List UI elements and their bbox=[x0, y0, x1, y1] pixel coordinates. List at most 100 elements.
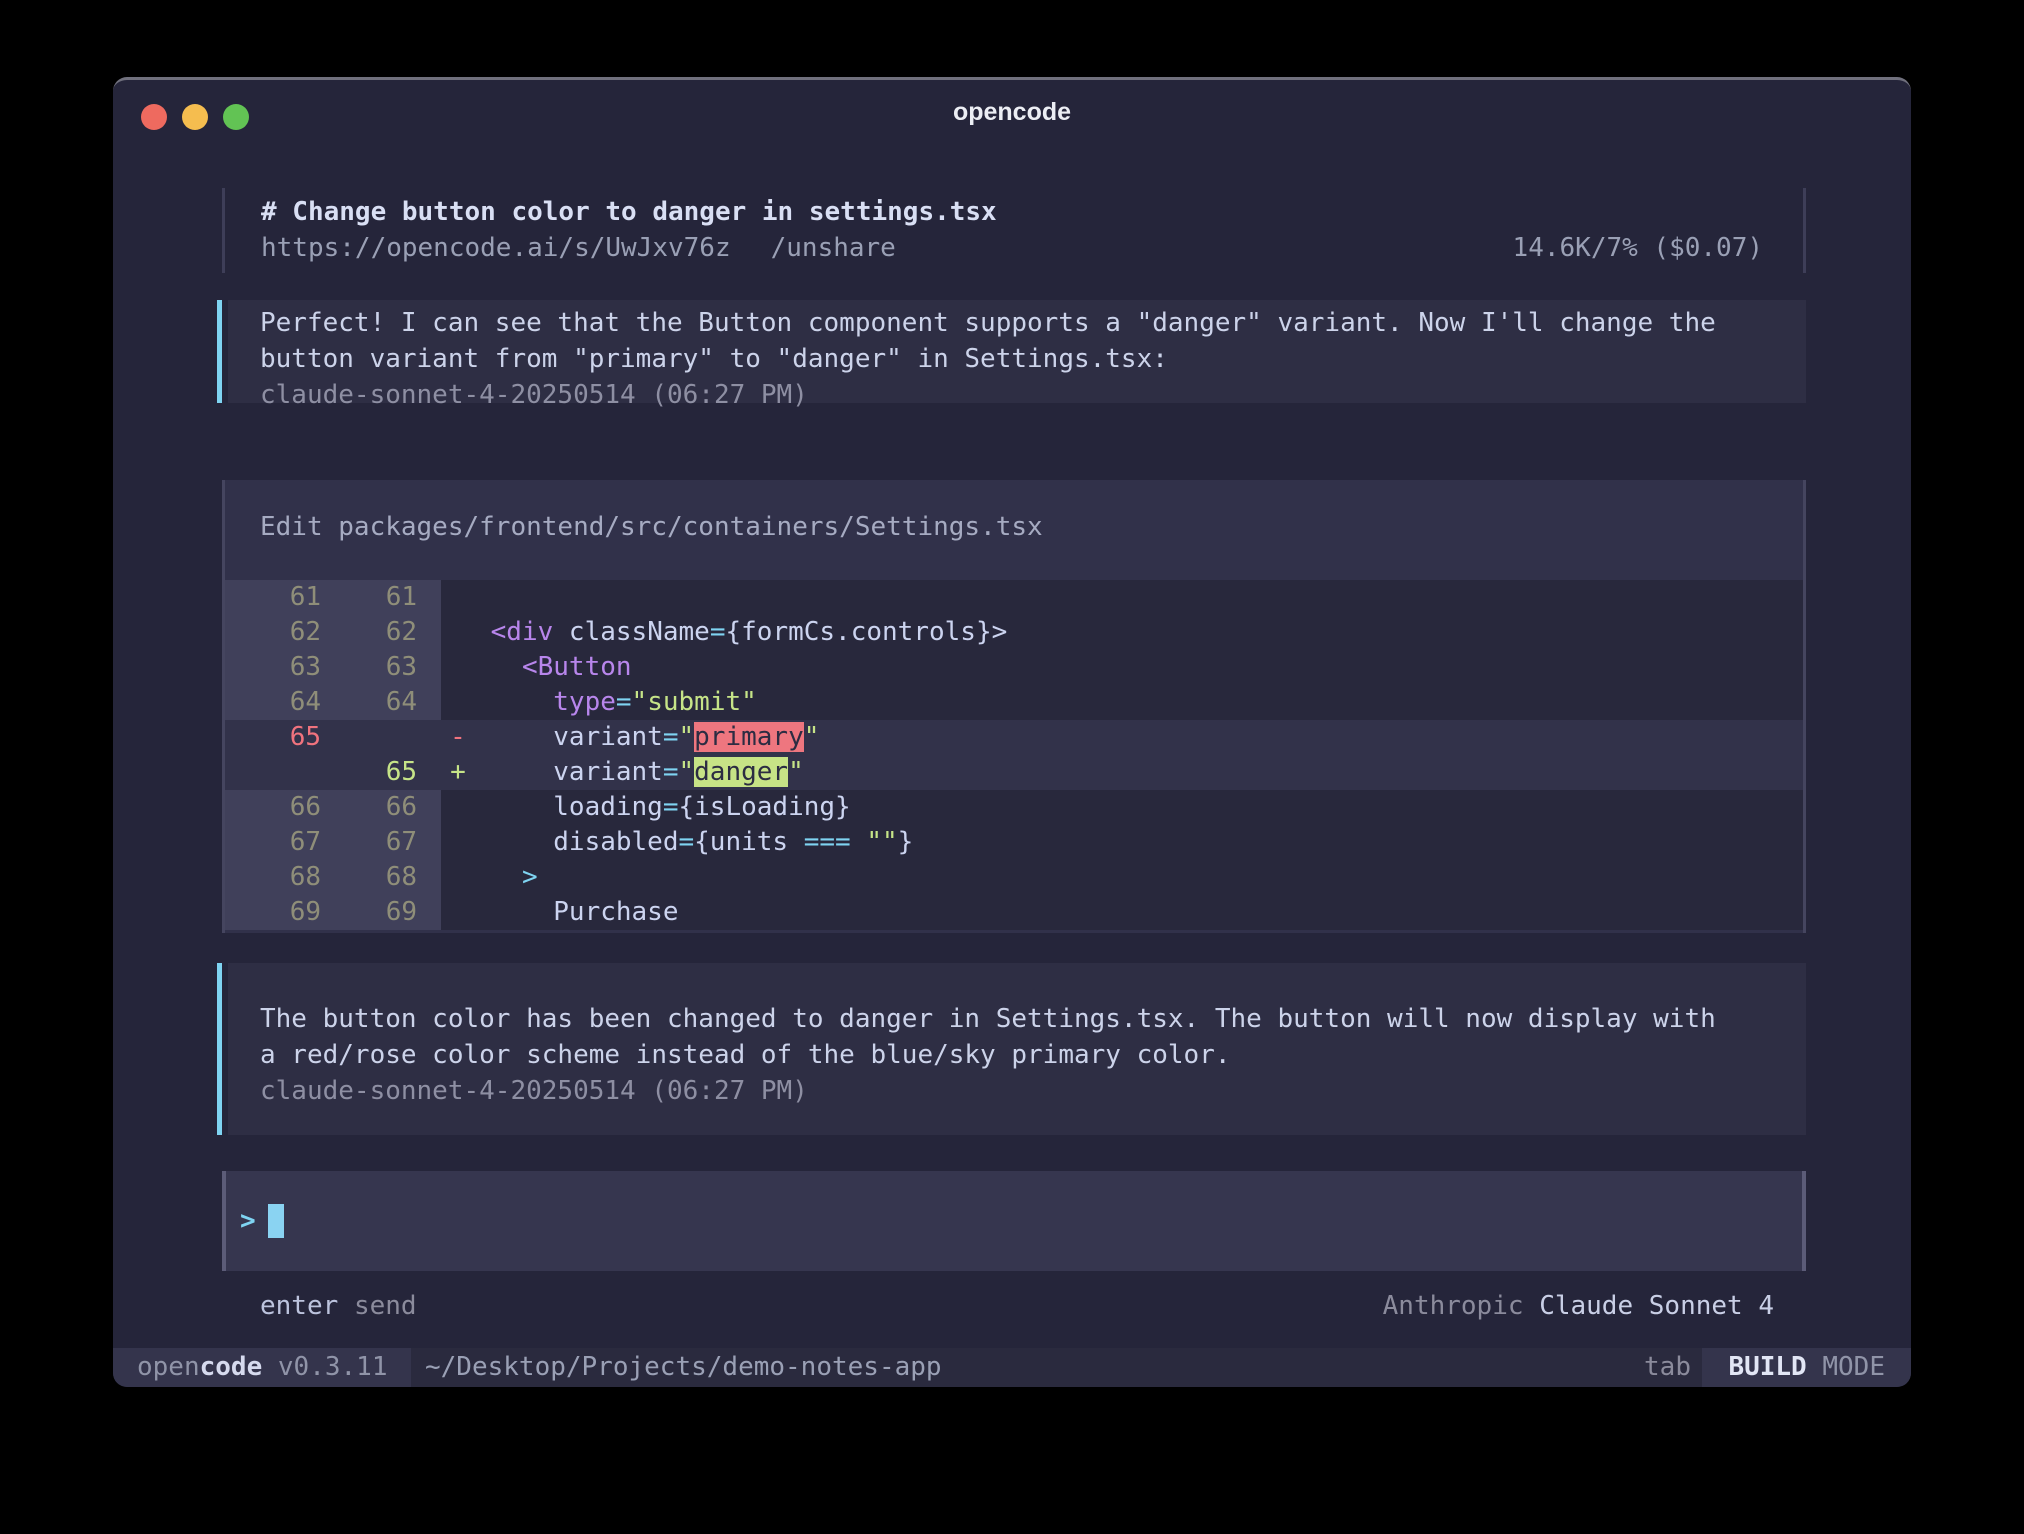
model-name: Claude Sonnet 4 bbox=[1539, 1291, 1774, 1321]
code-line: <div className={formCs.controls}> bbox=[475, 615, 1007, 650]
window-title: opencode bbox=[113, 80, 1911, 144]
new-line-number: 67 bbox=[321, 825, 417, 860]
code-token: primary bbox=[694, 722, 804, 752]
old-line-number: 69 bbox=[225, 895, 321, 930]
diff-gutter: 6161 bbox=[225, 580, 441, 615]
message-text-line: a red/rose color scheme instead of the b… bbox=[260, 1037, 1806, 1073]
enter-action-hint: send bbox=[354, 1291, 417, 1321]
code-token: loading bbox=[475, 792, 663, 822]
model-indicator: Anthropic Claude Sonnet 4 bbox=[1383, 1288, 1774, 1324]
old-line-number: 67 bbox=[225, 825, 321, 860]
diff-sign bbox=[441, 685, 475, 720]
old-line-number: 61 bbox=[225, 580, 321, 615]
minimize-button[interactable] bbox=[182, 104, 208, 130]
old-line-number: 65 bbox=[225, 720, 321, 755]
zoom-button[interactable] bbox=[223, 104, 249, 130]
edit-tool-title: Edit packages/frontend/src/containers/Se… bbox=[260, 512, 1043, 542]
code-line: Purchase bbox=[475, 895, 679, 930]
code-token: " bbox=[679, 722, 695, 752]
message-text-line: The button color has been changed to dan… bbox=[260, 1001, 1806, 1037]
diff-row: 6666 loading={isLoading} bbox=[225, 790, 1803, 825]
unshare-command[interactable]: /unshare bbox=[771, 230, 896, 266]
new-line-number: 65 bbox=[321, 755, 417, 790]
new-line-number: 68 bbox=[321, 860, 417, 895]
message-text-line: button variant from "primary" to "danger… bbox=[260, 341, 1806, 377]
diff-row: 6363 <Button bbox=[225, 650, 1803, 685]
diff-sign: + bbox=[441, 755, 475, 790]
diff-sign: - bbox=[441, 720, 475, 755]
message-meta: claude-sonnet-4-20250514 (06:27 PM) bbox=[260, 377, 1806, 413]
diff-sign bbox=[441, 860, 475, 895]
old-line-number: 66 bbox=[225, 790, 321, 825]
code-token: variant bbox=[475, 722, 663, 752]
diff-sign bbox=[441, 650, 475, 685]
diff-row: 6868 > bbox=[225, 860, 1803, 895]
code-token: = bbox=[663, 722, 679, 752]
assistant-message: The button color has been changed to dan… bbox=[228, 963, 1806, 1135]
code-token: = bbox=[663, 792, 679, 822]
code-token: "" bbox=[851, 827, 898, 857]
diff-view: 61616262 <div className={formCs.controls… bbox=[225, 580, 1803, 930]
prompt-chevron: > bbox=[240, 1206, 256, 1236]
code-token: " bbox=[679, 757, 695, 787]
message-body: Perfect! I can see that the Button compo… bbox=[260, 305, 1806, 377]
code-token: variant bbox=[475, 757, 663, 787]
diff-gutter: 6464 bbox=[225, 685, 441, 720]
old-line-number: 63 bbox=[225, 650, 321, 685]
message-meta: claude-sonnet-4-20250514 (06:27 PM) bbox=[260, 1073, 1806, 1109]
token-usage: 14.6K/7% ($0.07) bbox=[1513, 230, 1763, 266]
prompt-input[interactable]: > bbox=[222, 1171, 1806, 1271]
build-mode-chip[interactable]: BUILD MODE bbox=[1702, 1348, 1911, 1387]
code-token: type bbox=[475, 687, 616, 717]
code-line: variant="primary" bbox=[475, 720, 819, 755]
diff-sign bbox=[441, 790, 475, 825]
session-title: # Change button color to danger in setti… bbox=[261, 194, 1763, 230]
code-token: {formCs.controls}> bbox=[725, 617, 1007, 647]
code-token: {isLoading} bbox=[679, 792, 851, 822]
diff-row: 65 - variant="primary" bbox=[225, 720, 1803, 755]
diff-sign bbox=[441, 825, 475, 860]
session-header: # Change button color to danger in setti… bbox=[222, 188, 1806, 273]
diff-sign bbox=[441, 580, 475, 615]
diff-gutter: 6767 bbox=[225, 825, 441, 860]
code-line: variant="danger" bbox=[475, 755, 804, 790]
close-button[interactable] bbox=[141, 104, 167, 130]
share-url[interactable]: https://opencode.ai/s/UwJxv76z bbox=[261, 230, 731, 266]
code-token: <Button bbox=[475, 652, 632, 682]
diff-gutter: 65 bbox=[225, 755, 441, 790]
code-token: = bbox=[616, 687, 632, 717]
new-line-number: 61 bbox=[321, 580, 417, 615]
code-line: <Button bbox=[475, 650, 632, 685]
code-line: disabled={units === ""} bbox=[475, 825, 913, 860]
diff-row: 6969 Purchase bbox=[225, 895, 1803, 930]
window-titlebar[interactable]: opencode bbox=[113, 80, 1911, 144]
code-line: > bbox=[475, 860, 538, 895]
new-line-number: 64 bbox=[321, 685, 417, 720]
code-token: "submit" bbox=[632, 687, 757, 717]
code-token: disabled bbox=[475, 827, 679, 857]
diff-gutter: 65 bbox=[225, 720, 441, 755]
status-bar: opencode v0.3.11 ~/Desktop/Projects/demo… bbox=[113, 1348, 1911, 1387]
code-token: <div bbox=[475, 617, 553, 647]
diff-sign bbox=[441, 895, 475, 930]
new-line-number: 66 bbox=[321, 790, 417, 825]
old-line-number: 64 bbox=[225, 685, 321, 720]
diff-row: 6464 type="submit" bbox=[225, 685, 1803, 720]
code-token: Purchase bbox=[475, 897, 679, 927]
old-line-number: 62 bbox=[225, 615, 321, 650]
code-token: > bbox=[475, 862, 538, 892]
diff-gutter: 6969 bbox=[225, 895, 441, 930]
tab-key-hint[interactable]: tab bbox=[1644, 1348, 1691, 1387]
new-line-number: 63 bbox=[321, 650, 417, 685]
text-cursor bbox=[268, 1204, 284, 1238]
new-line-number: 69 bbox=[321, 895, 417, 930]
working-directory: ~/Desktop/Projects/demo-notes-app bbox=[425, 1348, 942, 1387]
code-token: " bbox=[788, 757, 804, 787]
message-text-line: Perfect! I can see that the Button compo… bbox=[260, 305, 1806, 341]
old-line-number bbox=[225, 755, 321, 790]
input-hints-row: enter send Anthropic Claude Sonnet 4 bbox=[260, 1288, 1790, 1324]
app-version-chip: opencode v0.3.11 bbox=[113, 1348, 411, 1387]
diff-sign bbox=[441, 615, 475, 650]
opencode-terminal-window: opencode # Change button color to danger… bbox=[113, 77, 1911, 1384]
diff-row: 6161 bbox=[225, 580, 1803, 615]
